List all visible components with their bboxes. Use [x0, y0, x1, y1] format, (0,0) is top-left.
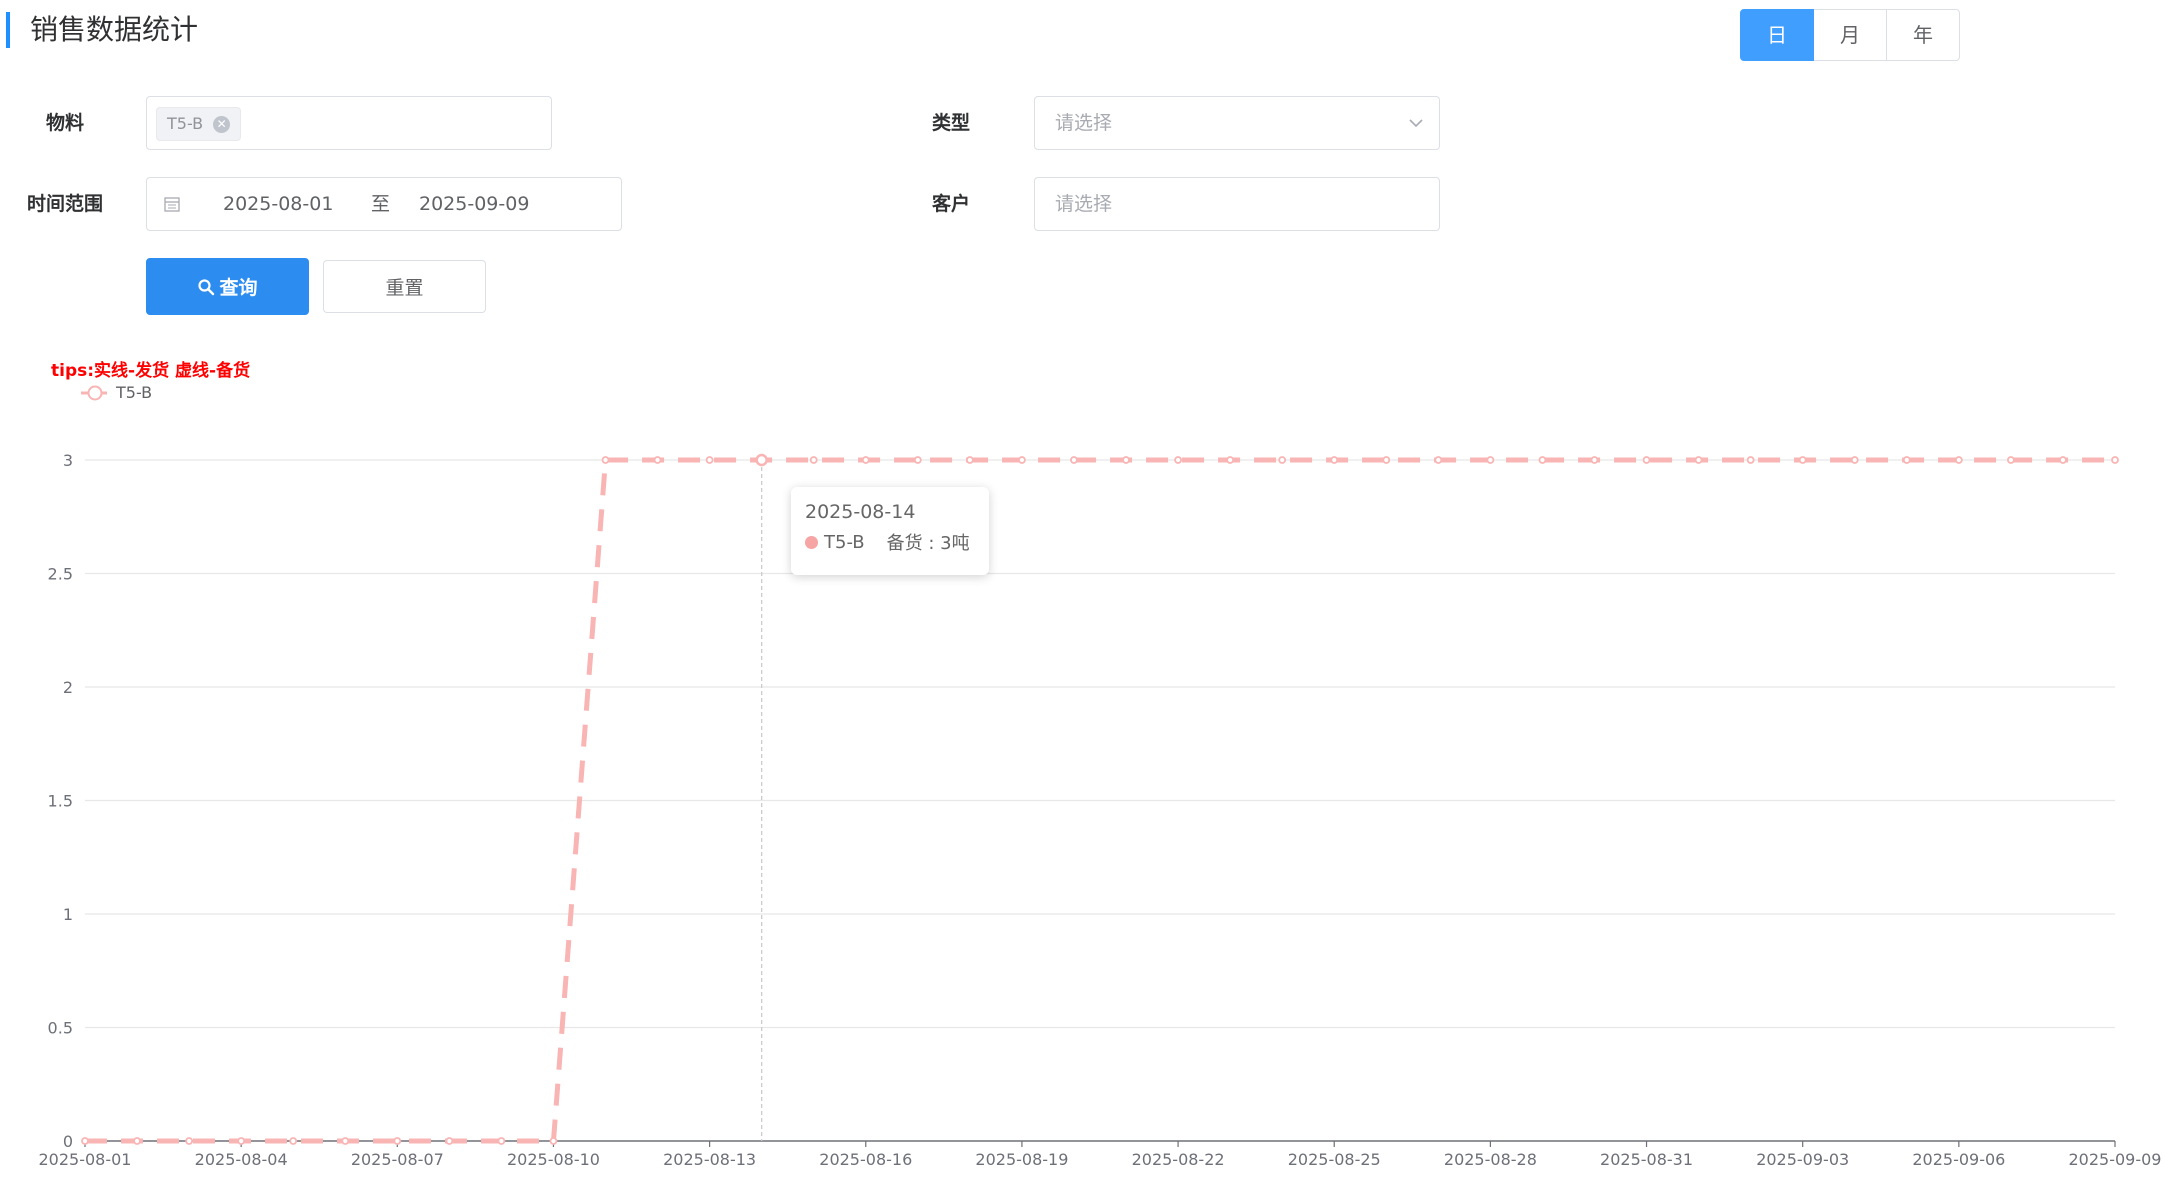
x-tick-label: 2025-08-31: [1600, 1150, 1693, 1169]
data-point: [1070, 456, 1078, 464]
data-point: [1278, 456, 1287, 464]
data-point: [237, 1137, 246, 1145]
tooltip-date: 2025-08-14: [805, 501, 916, 523]
data-point: [393, 1137, 402, 1145]
x-tick-label: 2025-08-16: [819, 1150, 912, 1169]
data-point: [185, 1137, 194, 1145]
data-point: [1174, 456, 1182, 464]
data-point: [81, 1137, 89, 1145]
tooltip-series-name: T5-B: [824, 531, 865, 553]
data-point: [861, 456, 870, 464]
data-point: [1382, 456, 1391, 464]
chart-tooltip: 2025-08-14 T5-B 备货 : 3吨: [791, 487, 989, 575]
data-point: [1226, 456, 1235, 464]
y-tick-label: 3: [63, 451, 73, 470]
data-point: [289, 1137, 298, 1145]
data-point: [1590, 456, 1599, 464]
x-tick-label: 2025-08-22: [1132, 1150, 1225, 1169]
period-day-button[interactable]: 日: [1740, 9, 1814, 61]
data-point: [341, 1137, 350, 1145]
data-point: [1694, 456, 1703, 464]
data-point: [445, 1137, 454, 1145]
tooltip-series-dot: [805, 535, 818, 549]
data-point: [1642, 456, 1651, 464]
data-point: [1486, 456, 1495, 464]
x-tick-label: 2025-08-13: [663, 1150, 756, 1169]
x-tick-label: 2025-08-07: [351, 1150, 444, 1169]
data-point: [601, 456, 610, 464]
x-tick-label: 2025-09-03: [1756, 1150, 1849, 1169]
x-tick-label: 2025-08-25: [1288, 1150, 1381, 1169]
tooltip-row: T5-B 备货 : 3吨: [805, 529, 975, 555]
data-point: [497, 1137, 506, 1145]
data-point: [133, 1137, 141, 1145]
data-point: [1954, 456, 1963, 464]
x-tick-label: 2025-08-28: [1444, 1150, 1537, 1169]
data-point: [2006, 456, 2015, 464]
data-point: [1018, 456, 1026, 464]
data-point: [1746, 456, 1755, 464]
data-point: [755, 453, 768, 467]
x-tick-label: 2025-09-06: [1912, 1150, 2005, 1169]
data-point: [1122, 456, 1130, 464]
data-point: [809, 456, 818, 464]
data-point: [965, 456, 974, 464]
data-point: [1434, 456, 1443, 464]
x-tick-label: 2025-09-09: [2069, 1150, 2162, 1169]
data-point: [913, 456, 922, 464]
line-chart[interactable]: 0 0.5 1 1.5 2 2.5 3 2025-08-01 2025-08-04 2025-08…: [0, 0, 2165, 1187]
tooltip-value: 备货 : 3吨: [886, 533, 970, 554]
y-tick-label: 1.5: [48, 792, 73, 811]
data-point: [2111, 456, 2119, 464]
y-tick-label: 0: [63, 1132, 73, 1151]
data-point: [1850, 456, 1859, 464]
x-tick-label: 2025-08-01: [39, 1150, 132, 1169]
data-point: [1330, 456, 1339, 464]
x-tick-label: 2025-08-04: [195, 1150, 288, 1169]
data-point: [1798, 456, 1807, 464]
y-tick-label: 0.5: [48, 1019, 73, 1038]
data-point: [705, 456, 714, 464]
x-tick-label: 2025-08-10: [507, 1150, 600, 1169]
data-point: [653, 456, 662, 464]
y-tick-label: 1: [63, 905, 73, 924]
x-tick-label: 2025-08-19: [975, 1150, 1068, 1169]
data-point: [2059, 456, 2067, 464]
y-tick-label: 2.5: [48, 565, 73, 584]
y-tick-label: 2: [63, 678, 73, 697]
data-point: [549, 1137, 558, 1145]
data-point: [1902, 456, 1911, 464]
data-point: [1538, 456, 1547, 464]
